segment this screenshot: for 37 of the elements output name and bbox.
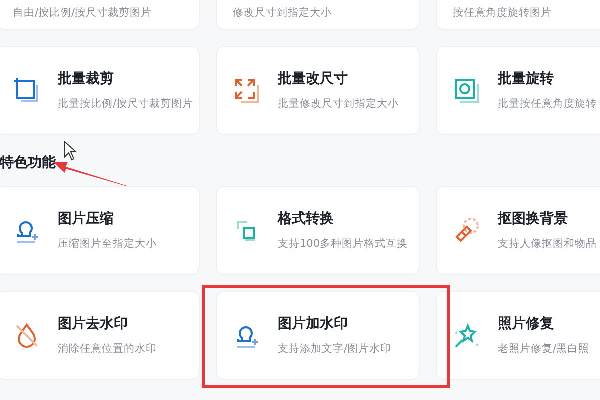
card-title: 图片加水印	[278, 315, 349, 333]
feature-card[interactable]: 格式转换 支持100多种图片格式互换	[216, 186, 420, 275]
card-title: 批量裁剪	[58, 70, 115, 88]
feature-card[interactable]: 图片去水印 消除任意位置的水印	[0, 291, 200, 380]
card-description: 修改尺寸到指定大小	[233, 6, 332, 20]
card-description: 批量修改尺寸到指定大小	[278, 97, 399, 111]
feature-card[interactable]: 抠图换背景 支持人像抠图和物品	[436, 186, 600, 275]
card-title: 批量改尺寸	[278, 70, 349, 88]
card-title: 批量旋转	[498, 70, 555, 88]
feature-card[interactable]: 批量改尺寸 批量修改尺寸到指定大小	[216, 46, 420, 135]
feature-card[interactable]: 批量裁剪 批量按比例/按尺寸裁剪图片	[0, 46, 200, 135]
card-title: 抠图换背景	[498, 210, 569, 228]
card-description: 支持100多种图片格式互换	[278, 237, 408, 251]
card-description: 自由/按比例/按尺寸裁剪图片	[13, 6, 152, 20]
card-description: 批量按任意角度旋转	[498, 97, 597, 111]
card-description: 支持添加文字/图片水印	[278, 342, 392, 356]
section-heading: 特色功能	[0, 154, 56, 172]
rotate-icon	[453, 76, 481, 104]
card-description: 老照片修复/黑白照	[498, 342, 590, 356]
crop-icon	[13, 76, 41, 104]
magic-wand-icon	[453, 322, 481, 350]
feature-card[interactable]: 图片压缩 压缩图片至指定大小	[0, 186, 200, 275]
card-description: 批量按比例/按尺寸裁剪图片	[58, 97, 194, 111]
card-description: 按任意角度旋转图片	[453, 6, 552, 20]
eraser-icon	[453, 216, 481, 244]
card-title: 格式转换	[278, 210, 335, 228]
resize-icon	[233, 76, 261, 104]
card-description: 消除任意位置的水印	[58, 342, 157, 356]
card-title: 图片去水印	[58, 315, 129, 333]
feature-card[interactable]: 批量旋转 批量按任意角度旋转	[436, 46, 600, 135]
card-description: 支持人像抠图和物品	[498, 237, 597, 251]
card-title: 照片修复	[498, 315, 555, 333]
feature-card[interactable]: 照片修复 老照片修复/黑白照	[436, 291, 600, 380]
card-description: 压缩图片至指定大小	[58, 237, 157, 251]
feature-card[interactable]: 图片加水印 支持添加文字/图片水印	[216, 291, 420, 380]
mouse-cursor-icon	[64, 141, 77, 161]
card-title: 图片压缩	[58, 210, 115, 228]
